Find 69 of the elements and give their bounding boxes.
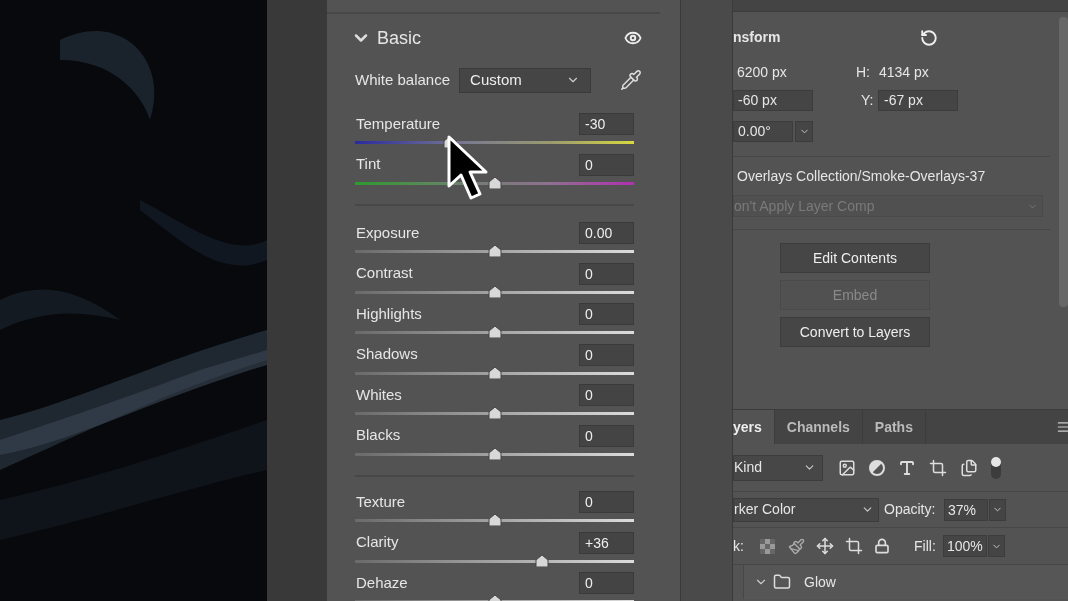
filter-toggle[interactable] (990, 455, 1002, 480)
reset-icon[interactable] (920, 28, 939, 47)
height-value: 4134 px (879, 62, 929, 82)
slider-label: Dehaze (355, 572, 408, 593)
slider-thumb[interactable] (487, 407, 502, 419)
slider-thumb[interactable] (487, 366, 502, 379)
layer-name: Glow (804, 572, 836, 592)
filter-dropdown[interactable]: Kind (733, 454, 823, 481)
slider-thumb[interactable] (487, 285, 502, 298)
fill-label: Fill: (914, 536, 937, 556)
eyedropper-icon[interactable] (620, 69, 642, 91)
fill-field[interactable]: 100% (943, 535, 987, 557)
brush-icon[interactable] (788, 537, 805, 555)
type-icon[interactable] (898, 458, 916, 477)
folder-icon (772, 573, 792, 591)
slider-label: Exposure (355, 222, 420, 243)
balance-mode-label: White balance (355, 69, 451, 90)
slider-thumb[interactable] (487, 326, 502, 338)
height-label: H: (856, 62, 871, 82)
blend-mode-dropdown[interactable]: rker Color (733, 497, 879, 522)
value-field[interactable]: 0 (579, 424, 634, 447)
action-button[interactable]: Convert to Layers (780, 317, 930, 347)
move-icon[interactable] (816, 537, 834, 555)
linked-file-path: Overlays Collection/Smoke-Overlays-37 (736, 166, 986, 186)
section-title: nsform (733, 28, 781, 47)
slider-label: Shadows (355, 344, 418, 365)
angle-field[interactable]: 0.00° (733, 120, 793, 142)
y-field[interactable]: -67 px (878, 89, 958, 111)
slider-label: Texture (355, 491, 406, 512)
slider-label: Whites (355, 384, 402, 405)
caret-icon (992, 504, 1003, 515)
slider-label: Blacks (355, 425, 401, 446)
value-field[interactable]: 0.00 (579, 222, 634, 244)
panel-tab[interactable]: yers (733, 410, 775, 444)
y-label: Y: (861, 90, 875, 110)
slider-thumb[interactable] (534, 554, 549, 567)
lock-icon[interactable] (874, 538, 890, 554)
value-field[interactable]: -30 (579, 113, 634, 135)
adjustment-icon[interactable] (869, 459, 885, 476)
slider-label: Highlights (355, 303, 422, 324)
balance-mode-dropdown[interactable]: Custom (459, 67, 592, 93)
value-field[interactable]: 0 (579, 572, 634, 594)
lock-label: k: (733, 536, 745, 556)
value-field[interactable]: 0 (579, 384, 634, 406)
slider-label: Contrast (355, 263, 413, 284)
slider-label: Tint (355, 154, 381, 175)
value-field[interactable]: 0 (579, 491, 634, 513)
transparency-lock-icon[interactable] (760, 538, 775, 554)
value-field[interactable]: 0 (579, 303, 634, 325)
value-field[interactable]: 0 (579, 343, 634, 366)
menu-icon[interactable] (1056, 420, 1068, 434)
action-button[interactable]: Edit Contents (780, 243, 930, 273)
slider-thumb[interactable] (487, 176, 502, 189)
slider-thumb[interactable] (487, 245, 502, 257)
slider-label: Clarity (355, 532, 399, 553)
panel-title: Basic (377, 26, 421, 50)
slider-thumb[interactable] (487, 514, 502, 526)
x-field[interactable]: -60 px (733, 89, 813, 111)
width-value: 6200 px (736, 62, 788, 82)
opacity-label: Opacity: (884, 500, 937, 519)
value-field[interactable]: +36 (579, 531, 634, 554)
opacity-field[interactable]: 37% (944, 498, 988, 521)
visibility-icon[interactable] (624, 29, 642, 47)
slider-thumb[interactable] (487, 447, 502, 460)
image-icon[interactable] (838, 458, 856, 477)
smart-object-icon[interactable] (960, 458, 978, 477)
value-field[interactable]: 0 (579, 153, 634, 176)
slider-label: Temperature (355, 113, 441, 134)
value-field[interactable]: 0 (579, 262, 634, 285)
